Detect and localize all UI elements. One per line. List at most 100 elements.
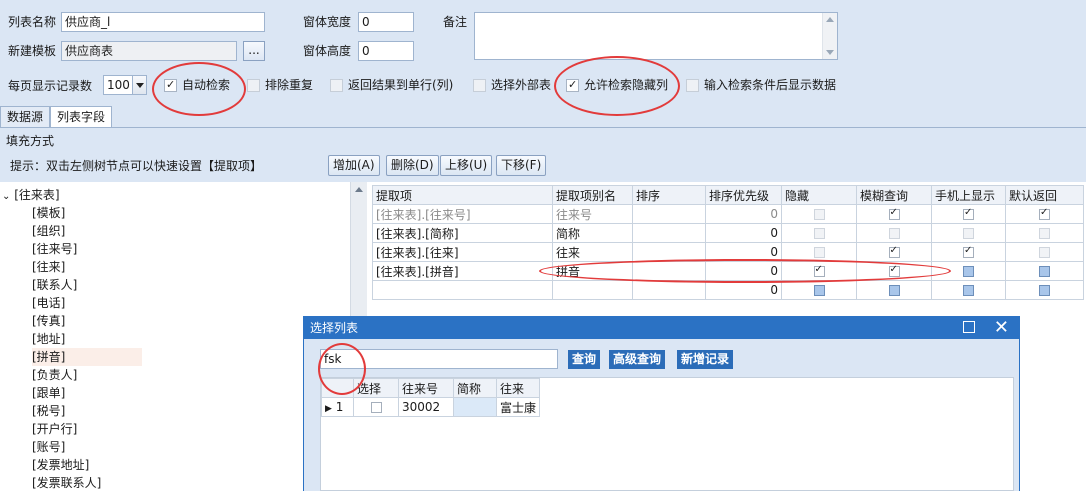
- checkbox-icon[interactable]: [1039, 266, 1050, 277]
- column-header[interactable]: 排序: [632, 185, 706, 205]
- default-cell[interactable]: [1005, 261, 1084, 281]
- table-row[interactable]: [往来表].[往来号] 往来号 0: [372, 204, 1084, 224]
- checkbox-icon[interactable]: [247, 78, 260, 92]
- checkbox-icon[interactable]: [1039, 207, 1050, 220]
- checkbox-icon[interactable]: [370, 402, 382, 413]
- new-record-button[interactable]: 新增记录: [677, 350, 734, 369]
- checkbox-icon[interactable]: [963, 245, 974, 258]
- name-cell[interactable]: 富士康: [495, 397, 541, 417]
- select-cell[interactable]: [353, 397, 399, 417]
- checkbox-icon[interactable]: [813, 247, 825, 258]
- checkbox-icon[interactable]: [1039, 285, 1050, 296]
- checkbox-icon[interactable]: [888, 264, 900, 277]
- checkbox-icon[interactable]: [686, 78, 699, 92]
- column-header[interactable]: 模糊查询: [856, 185, 932, 205]
- dialog-result-grid[interactable]: 选择 往来号 简称 往来 ▶ 1 30002 富士康: [320, 377, 1014, 491]
- priority-cell[interactable]: 0: [705, 261, 782, 281]
- checkbox-icon[interactable]: [1039, 247, 1050, 258]
- tree-item[interactable]: [发票联系人]: [32, 474, 101, 491]
- option-show-after-criteria[interactable]: 输入检索条件后显示数据: [686, 77, 836, 93]
- add-button[interactable]: 增加(A): [328, 155, 380, 176]
- window-height-input[interactable]: 0: [358, 41, 414, 61]
- tree-item[interactable]: [拼音]: [32, 348, 142, 366]
- alias-cell[interactable]: 往来号: [552, 204, 633, 224]
- option-auto-search[interactable]: 自动检索: [164, 77, 230, 93]
- mobile-cell[interactable]: [931, 280, 1006, 300]
- sort-cell[interactable]: [632, 223, 706, 243]
- tree-item[interactable]: [跟单]: [32, 384, 65, 402]
- priority-cell[interactable]: 0: [705, 242, 782, 262]
- column-header[interactable]: 默认返回: [1005, 185, 1084, 205]
- mobile-cell[interactable]: [931, 223, 1006, 243]
- tree-item[interactable]: [往来号]: [32, 240, 77, 258]
- sort-cell[interactable]: [632, 280, 706, 300]
- list-name-input[interactable]: 供应商_l: [61, 12, 265, 32]
- checkbox-icon[interactable]: [888, 245, 900, 258]
- checkbox-icon[interactable]: [813, 285, 825, 296]
- sort-cell[interactable]: [632, 261, 706, 281]
- mobile-cell[interactable]: [931, 261, 1006, 281]
- checkbox-icon[interactable]: [888, 207, 900, 220]
- column-header[interactable]: 手机上显示: [931, 185, 1006, 205]
- fuzzy-cell[interactable]: [856, 223, 932, 243]
- item-cell[interactable]: [往来表].[拼音]: [372, 261, 553, 281]
- column-header[interactable]: 提取项别名: [552, 185, 633, 205]
- checkbox-icon[interactable]: [164, 77, 177, 93]
- remark-textarea[interactable]: [474, 12, 838, 60]
- priority-cell[interactable]: 0: [705, 223, 782, 243]
- close-icon[interactable]: ✕: [994, 317, 1009, 339]
- short-name-cell[interactable]: [453, 397, 497, 417]
- item-cell[interactable]: [372, 280, 553, 300]
- fuzzy-cell[interactable]: [856, 242, 932, 262]
- alias-cell[interactable]: 往来: [552, 242, 633, 262]
- column-header[interactable]: 往来号: [398, 378, 454, 398]
- item-cell[interactable]: [往来表].[往来号]: [372, 204, 553, 224]
- option-external-table[interactable]: 选择外部表: [473, 77, 551, 93]
- tree-root[interactable]: ⌄ [往来表]: [2, 186, 60, 204]
- table-row[interactable]: [往来表].[拼音] 拼音 0: [372, 261, 1084, 281]
- column-header[interactable]: 提取项: [372, 185, 553, 205]
- tree-item[interactable]: [模板]: [32, 204, 65, 222]
- mobile-cell[interactable]: [931, 204, 1006, 224]
- table-row[interactable]: 0: [372, 280, 1084, 300]
- checkbox-icon[interactable]: [473, 78, 486, 92]
- option-return-single-row[interactable]: 返回结果到单行(列): [330, 77, 453, 93]
- checkbox-icon[interactable]: [888, 228, 900, 239]
- remark-scrollbar[interactable]: [822, 13, 837, 59]
- tab-data-source[interactable]: 数据源: [0, 106, 51, 128]
- checkbox-icon[interactable]: [330, 78, 343, 92]
- move-up-button[interactable]: 上移(U): [440, 155, 493, 176]
- alias-cell[interactable]: 简称: [552, 223, 633, 243]
- dialog-row[interactable]: ▶ 1 30002 富士康: [321, 397, 541, 417]
- tree-item[interactable]: [往来]: [32, 258, 65, 276]
- advanced-query-button[interactable]: 高级查询: [609, 350, 666, 369]
- fuzzy-cell[interactable]: [856, 261, 932, 281]
- tree-item[interactable]: [开户行]: [32, 420, 77, 438]
- hidden-cell[interactable]: [781, 223, 857, 243]
- checkbox-icon[interactable]: [963, 228, 974, 239]
- browse-template-button[interactable]: ...: [243, 41, 265, 61]
- tree-item[interactable]: [电话]: [32, 294, 65, 312]
- table-row[interactable]: [往来表].[往来] 往来 0: [372, 242, 1084, 262]
- default-cell[interactable]: [1005, 242, 1084, 262]
- chevron-down-icon[interactable]: ⌄: [2, 191, 10, 202]
- checkbox-icon[interactable]: [963, 285, 974, 296]
- fuzzy-cell[interactable]: [856, 204, 932, 224]
- column-header[interactable]: 排序优先级: [705, 185, 782, 205]
- column-header[interactable]: 往来: [495, 378, 541, 398]
- column-header[interactable]: 简称: [453, 378, 497, 398]
- hidden-cell[interactable]: [781, 204, 857, 224]
- query-button[interactable]: 查询: [568, 350, 601, 369]
- tree-item[interactable]: [账号]: [32, 438, 65, 456]
- scroll-up-icon[interactable]: [826, 17, 834, 22]
- move-down-button[interactable]: 下移(F): [496, 155, 547, 176]
- option-search-hidden-columns[interactable]: 允许检索隐藏列: [566, 77, 668, 93]
- tree-item[interactable]: [组织]: [32, 222, 65, 240]
- code-cell[interactable]: 30002: [398, 397, 454, 417]
- hidden-cell[interactable]: [781, 242, 857, 262]
- delete-button[interactable]: 删除(D): [386, 155, 439, 176]
- tree-item[interactable]: [地址]: [32, 330, 65, 348]
- tab-list-fields[interactable]: 列表字段: [50, 106, 113, 128]
- mobile-cell[interactable]: [931, 242, 1006, 262]
- default-cell[interactable]: [1005, 280, 1084, 300]
